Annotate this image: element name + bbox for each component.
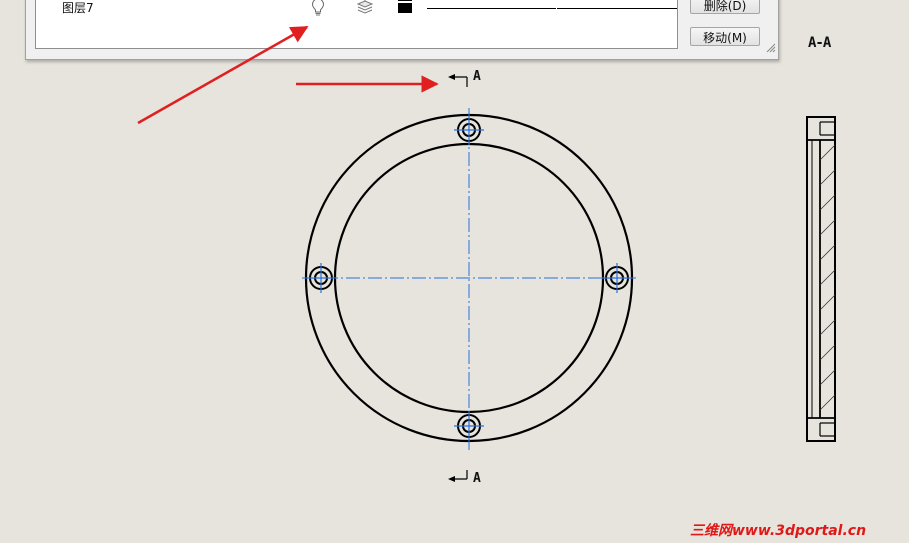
section-view bbox=[806, 116, 836, 442]
section-marker-top bbox=[448, 74, 468, 87]
annotation-arrow bbox=[137, 25, 309, 125]
drawing-canvas[interactable] bbox=[0, 0, 909, 543]
section-letter-top: A bbox=[473, 69, 481, 84]
section-letter-bottom: A bbox=[473, 471, 481, 486]
section-view-label: A-A bbox=[808, 35, 831, 51]
section-marker-bottom bbox=[448, 470, 468, 482]
watermark: 三维网www.3dportal.cn bbox=[690, 523, 867, 539]
